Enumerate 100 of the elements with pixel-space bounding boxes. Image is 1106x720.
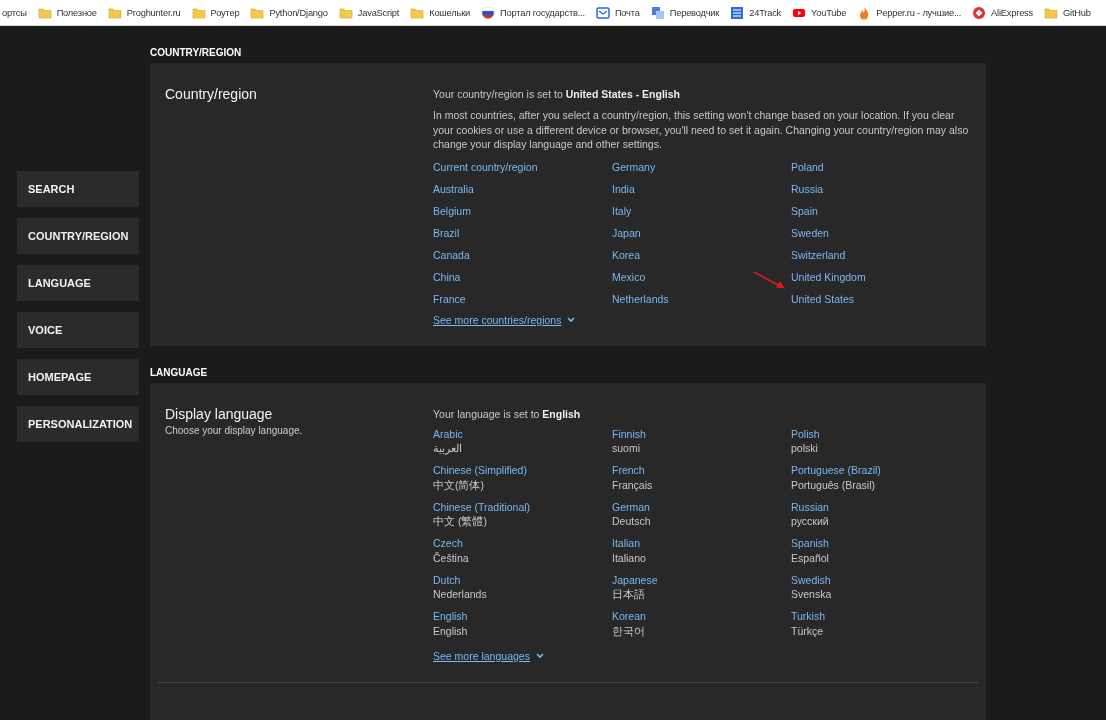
country-link[interactable]: Poland [791, 160, 824, 173]
country-link[interactable]: Netherlands [612, 292, 669, 305]
country-link[interactable]: France [433, 292, 466, 305]
bookmark[interactable]: Роутер [191, 5, 240, 20]
sidebar-item[interactable]: LANGUAGE [17, 265, 139, 301]
language-link[interactable]: Finnish [612, 426, 646, 441]
country-link[interactable]: Spain [791, 204, 818, 217]
country-link[interactable]: Russia [791, 182, 824, 195]
folder-icon [37, 5, 52, 20]
language-link[interactable]: Japanese [612, 572, 658, 587]
folder-icon [1044, 5, 1058, 20]
language-link[interactable]: Chinese (Simplified) [433, 463, 527, 478]
native-language-name: 한국어 [612, 623, 645, 638]
native-language-name: polski [791, 441, 818, 456]
folder-icon [250, 5, 265, 20]
native-language-name: Čeština [433, 550, 469, 565]
language-link[interactable]: Portuguese (Brazil) [791, 463, 881, 478]
translate-icon [650, 5, 665, 20]
language-link[interactable]: Chinese (Traditional) [433, 499, 531, 514]
bookmark[interactable]: Pepper.ru - лучшие... [857, 5, 962, 20]
current-setting-text: Your language is set to English [433, 406, 582, 422]
native-language-name: suomi [612, 441, 640, 456]
section-heading: COUNTRY/REGION [150, 46, 243, 60]
sidebar-item[interactable]: COUNTRY/REGION [17, 218, 139, 254]
bookmark[interactable]: 24Track [730, 5, 782, 20]
country-link[interactable]: Current country/region [433, 160, 538, 173]
bookmark[interactable]: YouTube [792, 5, 847, 20]
native-language-name: Svenska [791, 587, 832, 602]
native-language-name: Nederlands [433, 587, 487, 602]
native-language-name: Português (Brasil) [791, 477, 876, 492]
country-link[interactable]: Canada [433, 248, 470, 261]
native-language-name: العربية [433, 441, 462, 456]
country-link[interactable]: China [433, 270, 461, 283]
section-subtitle: Choose your display language. [165, 424, 304, 436]
bookmark[interactable]: Полезное [37, 5, 97, 20]
native-language-name: Español [791, 550, 829, 565]
country-link[interactable]: United Kingdom [791, 270, 866, 283]
bookmark[interactable]: Переводчик [650, 5, 720, 20]
sidebar-item[interactable]: VOICE [17, 312, 139, 348]
native-language-name: Türkçe [791, 623, 824, 638]
country-link[interactable]: Mexico [612, 270, 646, 283]
bookmark[interactable]: GitHub [1044, 5, 1091, 20]
sidebar-item[interactable]: SEARCH [17, 171, 139, 207]
info-paragraph: In most countries, after you select a country/region, this setting won't change based on your location. If you clear your cookies or use a different device or browser, you'll need to set it again. Changing your country/region may also change your display language and other settings. [433, 108, 970, 152]
country-link[interactable]: Belgium [433, 204, 471, 217]
country-link[interactable]: Italy [612, 204, 632, 217]
country-link[interactable]: Australia [433, 182, 474, 195]
mail-icon [595, 5, 610, 20]
language-link[interactable]: Polish [791, 426, 820, 441]
country-link[interactable]: Germany [612, 160, 656, 173]
see-more-link[interactable]: See more languages [433, 649, 544, 662]
bookmark[interactable]: Портал государств... [481, 5, 585, 20]
bookmark[interactable]: Python/Django [250, 5, 328, 20]
language-link[interactable]: Swedish [791, 572, 831, 587]
country-link[interactable]: Korea [612, 248, 641, 261]
chevron-down-icon [535, 652, 544, 659]
country-link[interactable]: Sweden [791, 226, 829, 239]
folder-icon [191, 5, 206, 20]
section-title: Display language [165, 404, 274, 423]
section-title: Country/region [165, 85, 258, 103]
language-link[interactable]: Korean [612, 609, 646, 624]
country-link[interactable]: United States [791, 292, 855, 305]
sidebar-item[interactable]: PERSONALIZATION [17, 406, 139, 442]
country-link[interactable]: Japan [612, 226, 641, 239]
bookmark[interactable]: Кошельки [410, 5, 470, 20]
language-link[interactable]: English [433, 609, 468, 624]
bookmark[interactable]: Proghunter.ru [107, 5, 181, 20]
sidebar-item[interactable]: HOMEPAGE [17, 359, 139, 395]
bookmark[interactable]: Почта [595, 5, 640, 20]
native-language-name: 中文(简体) [433, 477, 484, 492]
folder-icon [410, 5, 425, 20]
country-link[interactable]: India [612, 182, 635, 195]
annotation-arrow [752, 270, 786, 290]
bookmark[interactable]: AliExpress [972, 5, 1033, 20]
bookmark[interactable]: ортсы [2, 7, 27, 18]
language-link[interactable]: Arabic [433, 426, 463, 441]
language-link[interactable]: French [612, 463, 645, 478]
bookmark[interactable]: JavaScript [338, 5, 400, 20]
language-link[interactable]: Turkish [791, 609, 826, 624]
native-language-name: 中文 (繁體) [433, 514, 487, 529]
language-link[interactable]: Spanish [791, 536, 829, 551]
country-link[interactable]: Brazil [433, 226, 460, 239]
country-link[interactable]: Switzerland [791, 248, 846, 261]
chevron-down-icon [567, 316, 576, 323]
tracking-icon [730, 5, 745, 20]
native-language-name: English [433, 623, 468, 638]
language-link[interactable]: German [612, 499, 650, 514]
native-language-name: русский [791, 514, 829, 529]
folder-icon [338, 5, 353, 20]
language-link[interactable]: Russian [791, 499, 829, 514]
language-link[interactable]: Dutch [433, 572, 461, 587]
language-link[interactable]: Czech [433, 536, 463, 551]
language-link[interactable]: Italian [612, 536, 641, 551]
see-more-link[interactable]: See more countries/regions [433, 313, 576, 326]
shop-icon [972, 5, 987, 20]
native-language-name: 日本語 [612, 587, 645, 602]
flag-icon [481, 5, 495, 20]
current-setting-text: Your country/region is set to United States - English [433, 87, 682, 102]
native-language-name: Italiano [612, 550, 646, 565]
native-language-name: Deutsch [612, 514, 651, 529]
